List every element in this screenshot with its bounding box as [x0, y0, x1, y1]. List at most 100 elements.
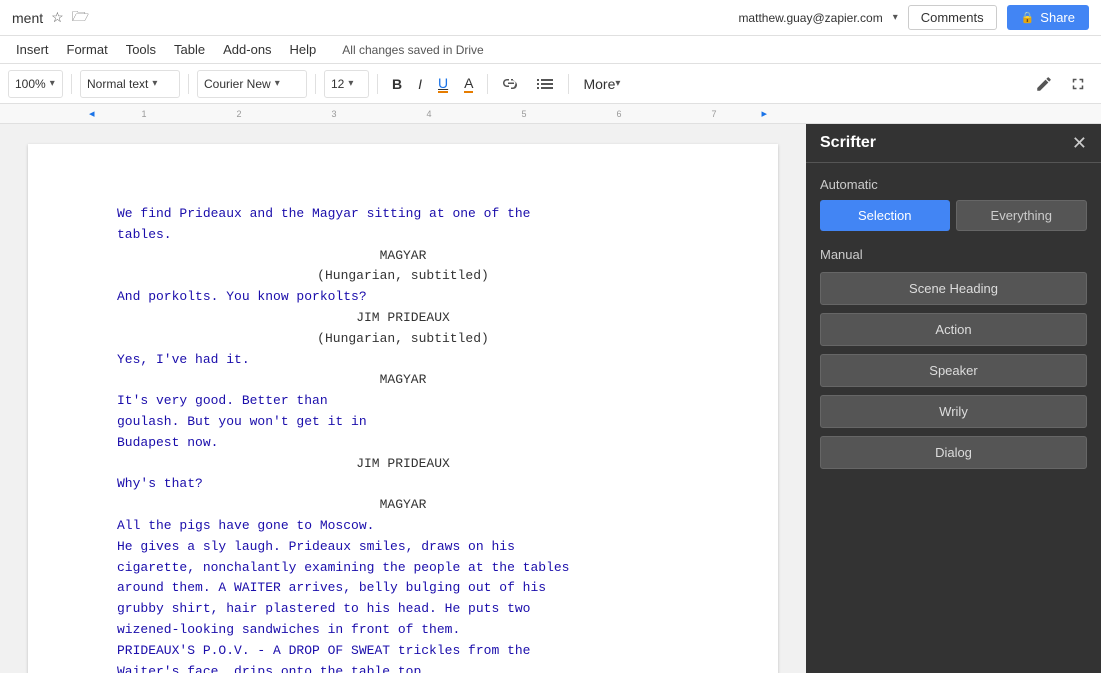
sep3: [315, 74, 316, 94]
paren-1: (Hungarian, subtitled): [117, 266, 689, 287]
list-icon: [536, 77, 554, 91]
scrifter-panel: Scrifter ✕ Automatic Selection Everythin…: [806, 124, 1101, 673]
automatic-label: Automatic: [820, 177, 1087, 192]
menu-addons[interactable]: Add-ons: [215, 39, 279, 60]
sep6: [568, 74, 569, 94]
scene-heading-button[interactable]: Scene Heading: [820, 272, 1087, 305]
dialog-3: Why's that?: [117, 474, 689, 495]
action-line-2: tables.: [117, 225, 689, 246]
action-line-1: We find Prideaux and the Magyar sitting …: [117, 204, 689, 225]
menu-format[interactable]: Format: [59, 39, 116, 60]
action-5: He gives a sly laugh. Prideaux smiles, d…: [117, 537, 689, 558]
ruler-1: 1: [97, 109, 192, 119]
page[interactable]: We find Prideaux and the Magyar sitting …: [28, 144, 778, 673]
underline-button[interactable]: U: [432, 70, 454, 98]
italic-button[interactable]: I: [412, 70, 428, 98]
link-icon: [502, 77, 520, 91]
action-3a: It's very good. Better than: [117, 391, 689, 412]
top-bar-right: matthew.guay@zapier.com ▾ Comments 🔒 Sha…: [738, 5, 1089, 30]
doc-title: ment: [12, 10, 43, 26]
font-dropdown-arrow: ▾: [275, 78, 280, 89]
action-11: Waiter's face, drips onto the table top.: [117, 662, 689, 673]
star-icon[interactable]: ☆: [51, 9, 64, 26]
top-bar: ment ☆ 🗁 matthew.guay@zapier.com ▾ Comme…: [0, 0, 1101, 36]
sep5: [487, 74, 488, 94]
script-block-6: MAGYAR All the pigs have gone to Moscow.…: [117, 495, 689, 673]
font-color-button[interactable]: A: [458, 70, 479, 98]
char-5: MAGYAR: [117, 495, 689, 516]
menu-table[interactable]: Table: [166, 39, 213, 60]
script-block-1: We find Prideaux and the Magyar sitting …: [117, 204, 689, 246]
doc-area[interactable]: We find Prideaux and the Magyar sitting …: [0, 124, 806, 673]
script-block-4: MAGYAR It's very good. Better than goula…: [117, 370, 689, 453]
menu-help[interactable]: Help: [282, 39, 325, 60]
script-block-2: MAGYAR (Hungarian, subtitled) And porkol…: [117, 246, 689, 308]
list-button[interactable]: [530, 70, 560, 98]
size-select[interactable]: 12 ▾: [324, 70, 369, 98]
saved-status: All changes saved in Drive: [342, 43, 483, 57]
user-email: matthew.guay@zapier.com: [738, 11, 882, 25]
menu-tools[interactable]: Tools: [118, 39, 164, 60]
scrifter-close-button[interactable]: ✕: [1072, 134, 1087, 152]
menu-bar: Insert Format Tools Table Add-ons Help A…: [0, 36, 1101, 64]
manual-label: Manual: [820, 247, 1087, 262]
link-button[interactable]: [496, 70, 526, 98]
pen-icon: [1035, 75, 1053, 93]
automatic-btn-group: Selection Everything: [820, 200, 1087, 231]
user-dropdown-arrow[interactable]: ▾: [893, 12, 898, 23]
ruler-4: 4: [382, 109, 477, 119]
more-button[interactable]: More ▾: [577, 70, 626, 98]
ruler-2: 2: [192, 109, 287, 119]
ruler-left-arrow: ◂: [89, 107, 95, 120]
zoom-dropdown-arrow: ▾: [50, 78, 55, 89]
top-bar-left: ment ☆ 🗁: [12, 6, 89, 30]
comments-button[interactable]: Comments: [908, 5, 997, 30]
everything-button[interactable]: Everything: [956, 200, 1088, 231]
sep1: [71, 74, 72, 94]
sep4: [377, 74, 378, 94]
char-1: MAGYAR: [117, 246, 689, 267]
speaker-button[interactable]: Speaker: [820, 354, 1087, 387]
action-3b: goulash. But you won't get it in: [117, 412, 689, 433]
dialog-2: Yes, I've had it.: [117, 350, 689, 371]
ruler: ◂ 1 2 3 4 5 6 7 ▸: [0, 104, 1101, 124]
menu-insert[interactable]: Insert: [8, 39, 57, 60]
selection-button[interactable]: Selection: [820, 200, 950, 231]
ruler-3: 3: [287, 109, 382, 119]
font-select[interactable]: Courier New ▾: [197, 70, 307, 98]
collapse-icon: [1069, 75, 1087, 93]
main-layout: We find Prideaux and the Magyar sitting …: [0, 124, 1101, 673]
action-6: cigarette, nonchalantly examining the pe…: [117, 558, 689, 579]
pen-button[interactable]: [1029, 70, 1059, 98]
dialog-button[interactable]: Dialog: [820, 436, 1087, 469]
style-dropdown-arrow: ▾: [152, 78, 157, 89]
char-2: JIM PRIDEAUX: [117, 308, 689, 329]
collapse-button[interactable]: [1063, 70, 1093, 98]
toolbar: 100% ▾ Normal text ▾ Courier New ▾ 12 ▾ …: [0, 64, 1101, 104]
dialog-1: And porkolts. You know porkolts?: [117, 287, 689, 308]
share-button[interactable]: 🔒 Share: [1007, 5, 1089, 30]
action-3c: Budapest now.: [117, 433, 689, 454]
scrifter-title: Scrifter: [820, 134, 876, 152]
size-dropdown-arrow: ▾: [348, 78, 353, 89]
ruler-7: 7: [667, 109, 762, 119]
action-10: PRIDEAUX'S P.O.V. - A DROP OF SWEAT tric…: [117, 641, 689, 662]
wrily-button[interactable]: Wrily: [820, 395, 1087, 428]
action-button[interactable]: Action: [820, 313, 1087, 346]
action-8: grubby shirt, hair plastered to his head…: [117, 599, 689, 620]
style-select[interactable]: Normal text ▾: [80, 70, 180, 98]
zoom-select[interactable]: 100% ▾: [8, 70, 63, 98]
lock-icon: 🔒: [1021, 11, 1035, 24]
manual-section: Manual Scene Heading Action Speaker Wril…: [820, 247, 1087, 469]
sep2: [188, 74, 189, 94]
scrifter-header: Scrifter ✕: [806, 124, 1101, 163]
action-9: wizened-looking sandwiches in front of t…: [117, 620, 689, 641]
bold-button[interactable]: B: [386, 70, 408, 98]
action-4: All the pigs have gone to Moscow.: [117, 516, 689, 537]
script-block-5: JIM PRIDEAUX Why's that?: [117, 454, 689, 496]
ruler-6: 6: [572, 109, 667, 119]
paren-2: (Hungarian, subtitled): [117, 329, 689, 350]
folder-icon[interactable]: 🗁: [72, 6, 89, 30]
char-3: MAGYAR: [117, 370, 689, 391]
ruler-5: 5: [477, 109, 572, 119]
